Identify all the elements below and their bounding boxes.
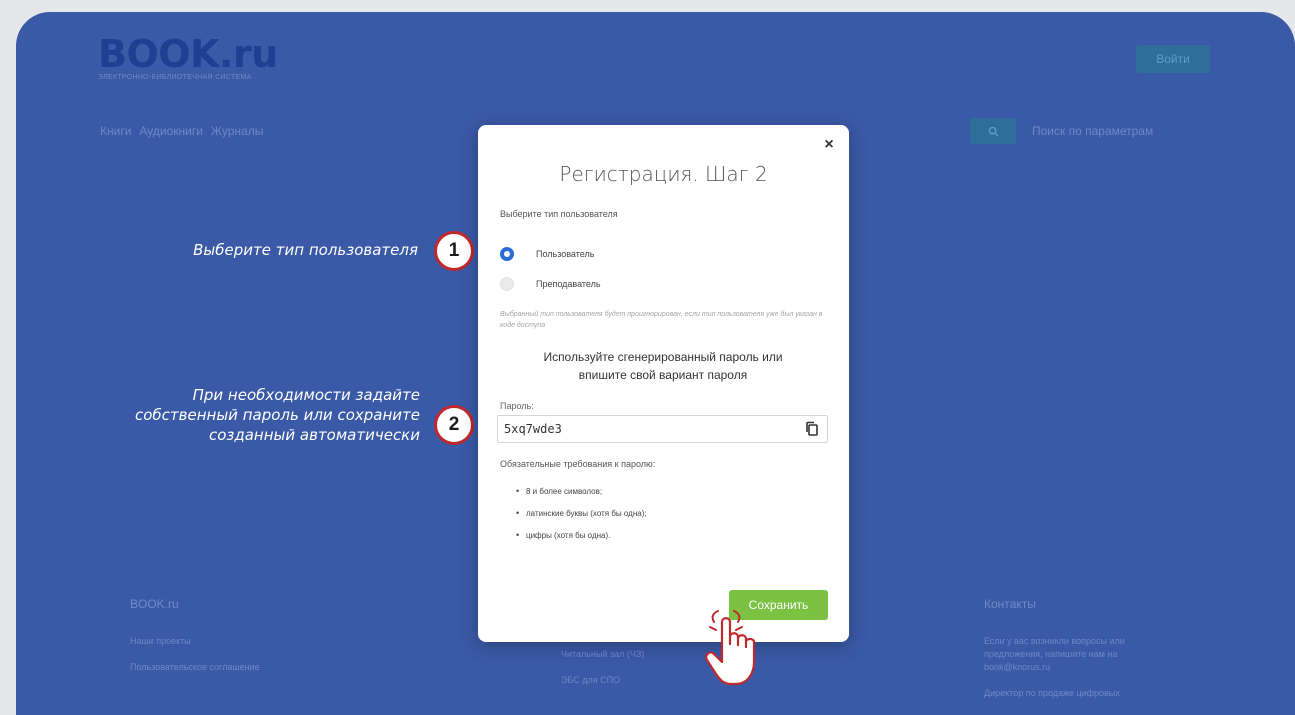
- footer-heading: Контакты: [984, 597, 1036, 611]
- annotation-1-text: Выберите тип пользователя: [193, 241, 418, 259]
- annotation-1-badge: 1: [434, 231, 474, 271]
- footer-col-projects: Читальный зал (ЧЗ) ЭБС для СПО: [561, 648, 644, 700]
- annotation-2-badge: 2: [434, 405, 474, 445]
- footer-col-book: BOOK.ru Наши проекты Пользовательское со…: [130, 598, 260, 687]
- password-label: Пароль:: [500, 401, 534, 411]
- footer-heading: BOOK.ru: [130, 597, 179, 611]
- top-nav: Книги Аудиокниги Журналы: [100, 124, 263, 138]
- search-icon: [988, 126, 999, 137]
- logo[interactable]: BOOK.ru ЭЛЕКТРОННО-БИБЛИОТЕЧНАЯ СИСТЕМА: [98, 32, 278, 81]
- password-hint: Используйте сгенерированный пароль или в…: [543, 350, 783, 382]
- radio-unselected-icon[interactable]: [500, 277, 514, 291]
- password-field[interactable]: 5xq7wde3: [497, 415, 828, 443]
- footer-link[interactable]: Читальный зал (ЧЗ): [561, 648, 644, 661]
- logo-title: BOOK.ru: [98, 32, 278, 76]
- hand-pointer-icon: [705, 610, 756, 686]
- requirements-title: Обязательные требования к паролю:: [500, 459, 656, 469]
- requirement-item: цифры (хотя бы одна).: [516, 530, 647, 540]
- login-button[interactable]: Войти: [1136, 45, 1210, 73]
- nav-item-audiobooks[interactable]: Аудиокниги: [139, 124, 203, 138]
- requirement-item: латинские буквы (хотя бы одна);: [516, 508, 647, 518]
- footer-link[interactable]: Пользовательское соглашение: [130, 661, 260, 674]
- annotation-2-text: При необходимости задайте собственный па…: [135, 386, 420, 444]
- requirement-item: 8 и более символов;: [516, 486, 647, 496]
- user-type-label: Выберите тип пользователя: [500, 209, 618, 219]
- radio-teacher[interactable]: Преподаватель: [500, 277, 601, 291]
- radio-user[interactable]: Пользователь: [500, 247, 594, 261]
- user-type-note: Выбранный тип пользователя будет проигно…: [500, 311, 823, 329]
- nav-item-journals[interactable]: Журналы: [211, 124, 263, 138]
- footer-contact-text: Если у вас возникли вопросы или предложе…: [984, 636, 1125, 672]
- footer-contact-text: Директор по продаже цифровых: [984, 688, 1120, 698]
- copy-icon[interactable]: [805, 421, 819, 437]
- close-button[interactable]: ×: [818, 134, 840, 156]
- search-button[interactable]: [970, 118, 1016, 144]
- logo-subtitle: ЭЛЕКТРОННО-БИБЛИОТЕЧНАЯ СИСТЕМА: [98, 74, 252, 81]
- requirements-list: 8 и более символов; латинские буквы (хот…: [516, 486, 647, 553]
- registration-modal: × Регистрация. Шаг 2 Выберите тип пользо…: [478, 125, 849, 642]
- radio-selected-icon[interactable]: [500, 247, 514, 261]
- nav-item-books[interactable]: Книги: [100, 124, 131, 138]
- footer-link[interactable]: ЭБС для СПО: [561, 674, 644, 687]
- footer-col-contacts: Контакты Если у вас возникли вопросы или…: [984, 598, 1164, 713]
- param-search-link[interactable]: Поиск по параметрам: [1032, 124, 1153, 138]
- radio-user-label: Пользователь: [536, 249, 595, 259]
- modal-title: Регистрация. Шаг 2: [559, 162, 768, 186]
- footer-link[interactable]: Наши проекты: [130, 635, 260, 648]
- radio-teacher-label: Преподаватель: [536, 279, 601, 289]
